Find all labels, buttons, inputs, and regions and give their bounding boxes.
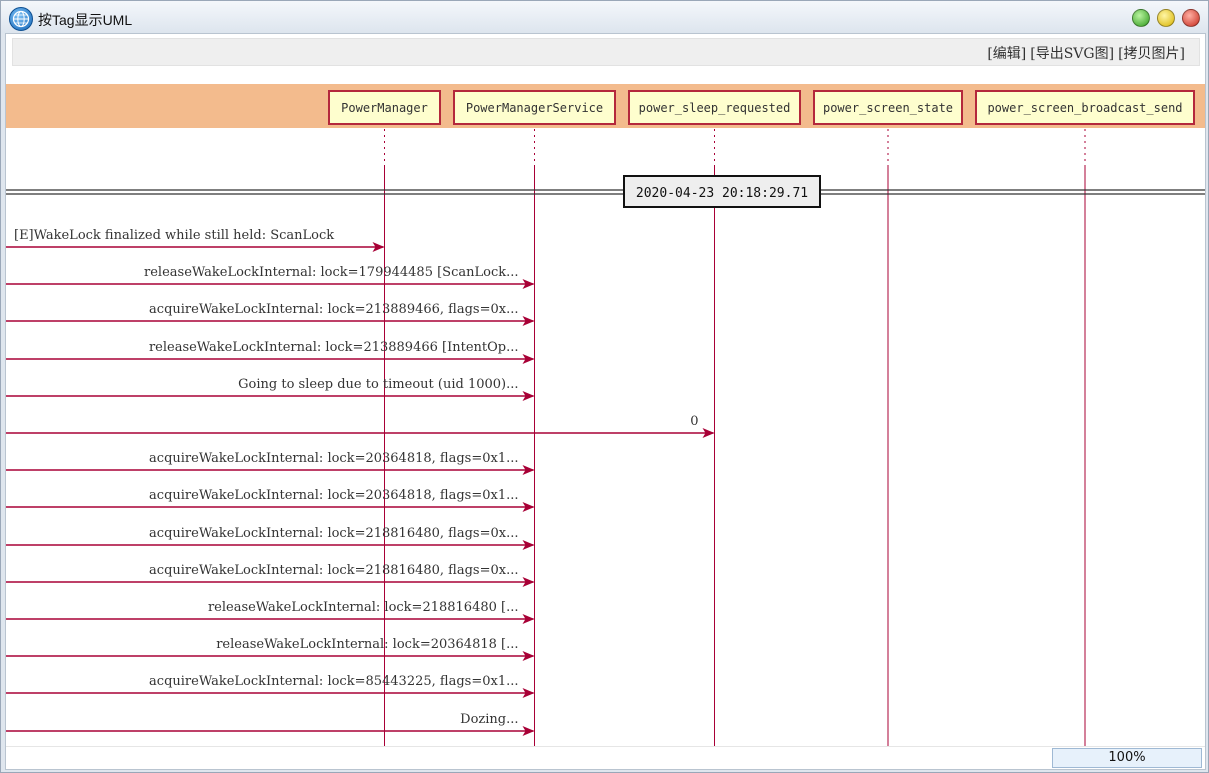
message-label: acquireWakeLockInternal: lock=20364818, … — [149, 451, 518, 466]
message-label: releaseWakeLockInternal: lock=213889466 … — [149, 340, 519, 355]
zoom-level[interactable]: 100% — [1052, 748, 1202, 768]
message-label: releaseWakeLockInternal: lock=179944485 … — [144, 265, 518, 280]
title-bar: 按Tag显示UML — [1, 1, 1208, 33]
message-label: acquireWakeLockInternal: lock=218816480,… — [149, 526, 518, 541]
maximize-button[interactable] — [1132, 9, 1150, 27]
globe-icon — [9, 7, 33, 31]
uml-viewer: [编辑] [导出SVG图] [拷贝图片] PowerManager PowerMa… — [5, 33, 1206, 770]
message-label: releaseWakeLockInternal: lock=218816480 … — [208, 600, 519, 615]
message-label: acquireWakeLockInternal: lock=20364818, … — [149, 488, 518, 503]
sequence-diagram: 2020-04-23 20:18:29.71 [E]WakeLock finali… — [6, 129, 1205, 746]
message-label: acquireWakeLockInternal: lock=218816480,… — [149, 563, 518, 578]
message-label: acquireWakeLockInternal: lock=85443225, … — [149, 674, 518, 689]
app-window: 按Tag显示UML [编辑] [导出SVG图] [拷贝图片] PowerMana… — [0, 0, 1209, 773]
message-label: acquireWakeLockInternal: lock=213889466,… — [149, 302, 518, 317]
message-label: Dozing... — [460, 712, 518, 727]
minimize-button[interactable] — [1157, 9, 1175, 27]
message-label: Going to sleep due to timeout (uid 1000)… — [238, 377, 518, 392]
message-label: 0 — [690, 414, 698, 429]
divider-timestamp: 2020-04-23 20:18:29.71 — [636, 186, 808, 201]
window-title: 按Tag显示UML — [38, 12, 133, 28]
close-button[interactable] — [1182, 9, 1200, 27]
message-label: releaseWakeLockInternal: lock=20364818 [… — [216, 637, 518, 652]
message-label: [E]WakeLock finalized while still held: … — [14, 228, 334, 243]
